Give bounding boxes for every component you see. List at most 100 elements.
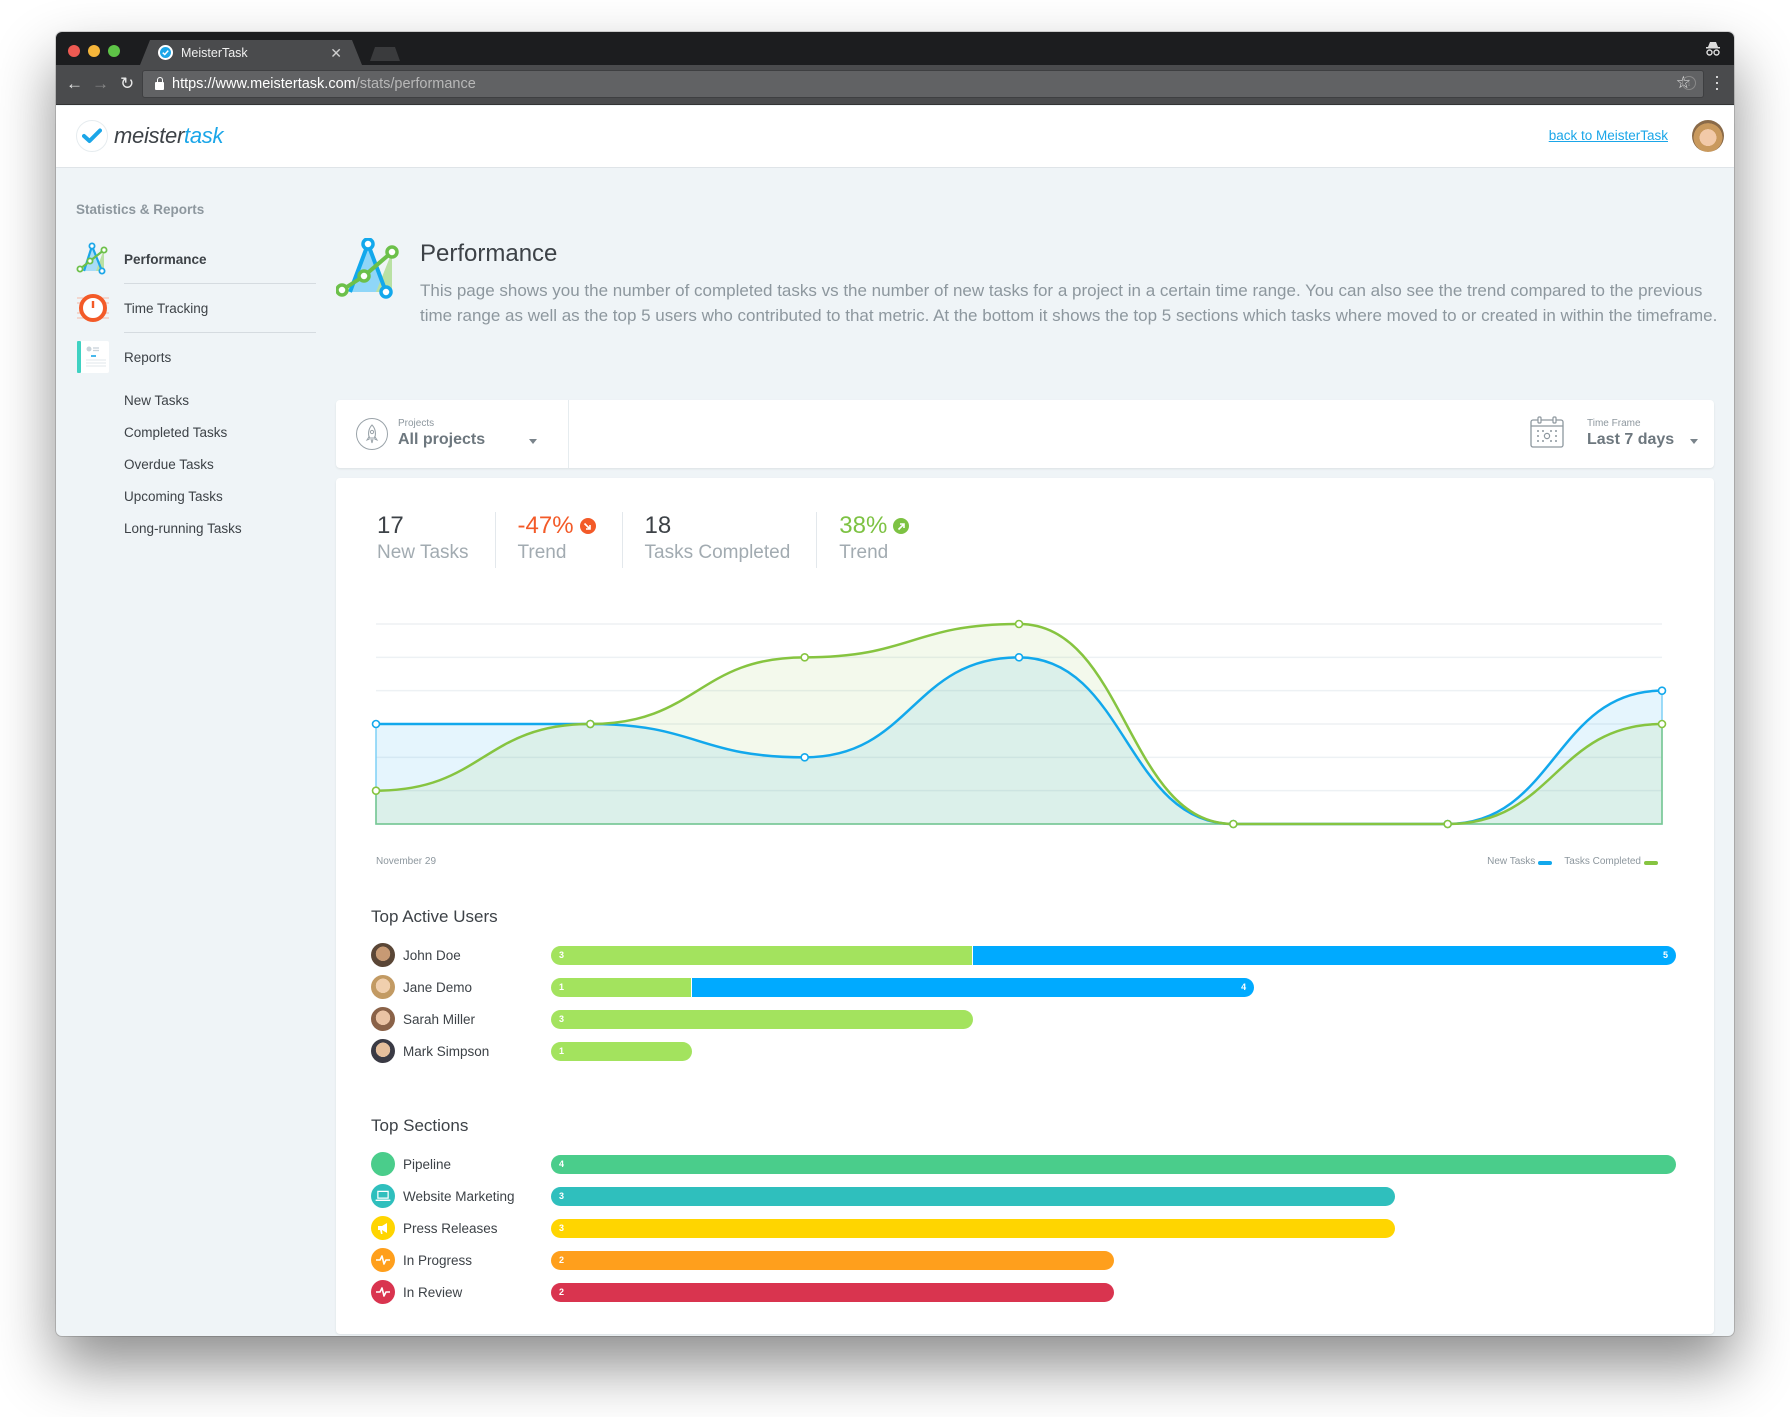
user-name: Sarah Miller xyxy=(403,1011,476,1027)
report-document-icon xyxy=(76,340,110,374)
page-header: Performance This page shows you the numb… xyxy=(336,182,1717,352)
new-segment: 4 xyxy=(691,978,1255,997)
section-bar: 4 xyxy=(551,1155,1676,1174)
sidebar-item-time-tracking[interactable]: Time Tracking xyxy=(76,284,316,332)
incognito-icon xyxy=(1706,42,1720,56)
legend-label: Tasks Completed xyxy=(1564,856,1641,867)
url-host: https://www.meistertask.com xyxy=(172,76,356,92)
logo-text-task: task xyxy=(184,123,224,148)
circle-icon xyxy=(371,1152,395,1176)
sidebar-heading: Statistics & Reports xyxy=(76,202,205,217)
completed-value: 1 xyxy=(559,1046,565,1056)
sidebar-subitem-overdue-tasks[interactable]: Overdue Tasks xyxy=(124,449,316,481)
back-arrow-icon[interactable]: ← xyxy=(66,74,83,94)
user-name: Mark Simpson xyxy=(403,1043,490,1059)
stat-new-trend: -47% Trend xyxy=(518,512,623,568)
sidebar-subitem-completed-tasks[interactable]: Completed Tasks xyxy=(124,417,316,449)
page-description: This page shows you the number of comple… xyxy=(420,281,1718,325)
completed-segment: 1 xyxy=(551,978,692,997)
info-icon[interactable]: i xyxy=(1682,76,1696,90)
section-bar-track: 4 xyxy=(551,1155,1676,1174)
section-value: 3 xyxy=(559,1223,565,1233)
minimize-window-button[interactable] xyxy=(88,45,100,57)
browser-menu-icon[interactable]: · · · xyxy=(1714,67,1720,97)
sidebar-item-label: Reports xyxy=(124,349,172,365)
user-row: Sarah Miller 3 xyxy=(371,1007,1691,1031)
sidebar-subitem-upcoming-tasks[interactable]: Upcoming Tasks xyxy=(124,481,316,513)
sidebar-subitem-long-running-tasks[interactable]: Long-running Tasks xyxy=(124,513,316,545)
meistertask-logo[interactable]: meistertask xyxy=(76,120,223,152)
url-path: /stats/performance xyxy=(355,76,476,92)
point-new-tasks xyxy=(1014,653,1024,662)
section-bar: 3 xyxy=(551,1219,1395,1238)
reload-icon[interactable]: ↻ xyxy=(120,74,134,94)
chevron-down-icon xyxy=(1690,439,1698,444)
point-new-tasks xyxy=(371,719,381,729)
user-bar: 1 xyxy=(551,1042,692,1061)
section-bar: 2 xyxy=(551,1251,1114,1270)
tasks-completed-count: 18 xyxy=(644,512,672,539)
browser-toolbar: ← → ↻ https://www.meistertask.com/stats/… xyxy=(56,65,1734,105)
new-trend-label: Trend xyxy=(517,542,567,563)
user-row: Mark Simpson 1 xyxy=(371,1039,1691,1063)
section-value: 3 xyxy=(559,1191,565,1201)
section-bar-track: 2 xyxy=(551,1283,1114,1302)
chart-legend: New Tasks Tasks Completed xyxy=(1487,856,1658,867)
new-value: 5 xyxy=(1662,950,1668,960)
section-name: Pipeline xyxy=(403,1156,452,1172)
chart-x-start-label: November 29 xyxy=(376,856,437,867)
completed-value: 1 xyxy=(559,982,565,992)
performance-area-chart xyxy=(371,619,1667,829)
top-active-users-title: Top Active Users xyxy=(371,907,498,926)
sidebar-subitem-new-tasks[interactable]: New Tasks xyxy=(124,385,316,417)
sidebar: Statistics & Reports Performance Time Tr… xyxy=(76,202,316,545)
maximize-window-button[interactable] xyxy=(108,45,120,57)
section-row: Pipeline 4 xyxy=(371,1152,1691,1176)
trend-up-arrow-icon xyxy=(893,518,910,534)
user-bar: 3 xyxy=(551,1010,973,1029)
section-bar: 2 xyxy=(551,1283,1114,1302)
tasks-completed-label: Tasks Completed xyxy=(644,542,791,563)
new-trend-value: -47% xyxy=(517,512,574,539)
sidebar-item-reports[interactable]: Reports xyxy=(76,333,316,381)
section-value: 2 xyxy=(559,1255,565,1265)
point-new-tasks xyxy=(800,753,809,762)
user-avatar[interactable] xyxy=(1692,120,1724,152)
close-tab-icon[interactable]: ✕ xyxy=(330,45,342,62)
stat-new-tasks: 17 New Tasks xyxy=(377,512,496,568)
address-bar[interactable]: https://www.meistertask.com/stats/perfor… xyxy=(142,70,1704,98)
browser-tab[interactable]: MeisterTask ✕ xyxy=(140,40,362,65)
projects-dropdown[interactable]: Projects All projects xyxy=(336,400,569,468)
user-name: John Doe xyxy=(403,947,461,963)
sidebar-item-performance[interactable]: Performance xyxy=(76,235,316,283)
timeframe-dropdown[interactable]: Time Frame Last 7 days xyxy=(1504,400,1714,468)
laptop-icon xyxy=(371,1184,395,1208)
legend-new-tasks: New Tasks xyxy=(1487,856,1553,867)
performance-page-icon xyxy=(336,238,399,299)
section-value: 4 xyxy=(559,1159,565,1169)
user-bar: 14 xyxy=(551,978,1255,997)
section-bar-track: 2 xyxy=(551,1251,1114,1270)
legend-label: New Tasks xyxy=(1487,856,1536,867)
back-to-meistertask-link[interactable]: back to MeisterTask xyxy=(1549,128,1668,143)
new-tasks-count: 17 xyxy=(377,512,404,539)
section-row: Website Marketing 3 xyxy=(371,1184,1691,1208)
completed-segment: 3 xyxy=(551,946,973,965)
sidebar-item-label: Performance xyxy=(124,251,207,267)
section-bar-track: 3 xyxy=(551,1187,1395,1206)
section-name: Press Releases xyxy=(403,1220,498,1236)
stat-tasks-completed: 18 Tasks Completed xyxy=(645,512,818,568)
filter-bar: Projects All projects Time Frame Last 7 … xyxy=(336,400,1714,468)
user-avatar xyxy=(371,975,395,999)
stopwatch-icon xyxy=(76,291,110,325)
performance-chart-icon xyxy=(76,242,110,276)
completed-value: 3 xyxy=(559,950,565,960)
new-tab-button[interactable] xyxy=(370,47,400,61)
completed-value: 3 xyxy=(559,1014,565,1024)
meistertask-favicon-icon xyxy=(158,45,173,60)
point-tasks-completed xyxy=(1443,819,1452,829)
logo-check-icon xyxy=(76,120,108,152)
tab-bar: MeisterTask ✕ xyxy=(56,32,1734,65)
forward-arrow-icon[interactable]: → xyxy=(92,74,109,94)
close-window-button[interactable] xyxy=(68,45,80,57)
